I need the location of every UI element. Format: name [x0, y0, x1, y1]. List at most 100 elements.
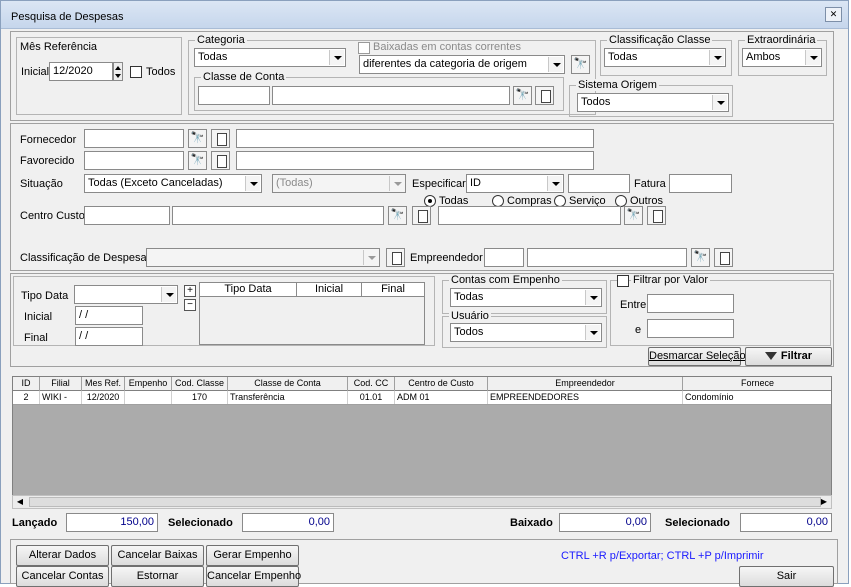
binoculars-search-icon[interactable]: 🔭: [571, 55, 590, 74]
spin-up-icon[interactable]: [115, 66, 121, 70]
fornecedor-name-input[interactable]: [236, 129, 594, 148]
column-header[interactable]: Cod. CC: [348, 377, 395, 391]
chevron-down-icon[interactable]: [585, 290, 600, 305]
column-header[interactable]: Classe de Conta: [228, 377, 348, 391]
column-header[interactable]: Mes Ref.: [82, 377, 125, 391]
valor-min-input[interactable]: [647, 294, 734, 313]
desmarcar-selecao-button[interactable]: Desmarcar Seleção: [648, 347, 746, 366]
mes-inicial-input[interactable]: 12/2020: [49, 62, 113, 81]
document-icon[interactable]: [211, 151, 230, 170]
empreendedor-name-input[interactable]: [527, 248, 687, 267]
alterar-dados-button[interactable]: Alterar Dados: [16, 545, 109, 566]
binoculars-search-icon[interactable]: 🔭: [188, 129, 207, 148]
col-inicial: Inicial: [297, 283, 362, 297]
cancelar-baixas-button[interactable]: Cancelar Baixas: [111, 545, 204, 566]
spin-down-icon[interactable]: [115, 74, 121, 78]
scroll-left-icon[interactable]: ◀: [13, 496, 27, 508]
situacao-secondary-select[interactable]: (Todas): [272, 174, 406, 193]
situacao-select[interactable]: Todas (Exceto Canceladas): [84, 174, 262, 193]
column-header[interactable]: Centro de Custo: [395, 377, 488, 391]
binoculars-search-icon[interactable]: 🔭: [388, 206, 407, 225]
gerar-empenho-button[interactable]: Gerar Empenho: [206, 545, 299, 566]
mes-spinner[interactable]: [113, 62, 123, 81]
extraordinaria-select[interactable]: Ambos: [742, 48, 822, 67]
fornecedor-code-input[interactable]: [84, 129, 184, 148]
column-header[interactable]: Cod. Classe: [172, 377, 228, 391]
table-row[interactable]: 2 WIKI -12/2020 170 Transferência 01.01 ADM 0…: [13, 391, 831, 405]
chevron-down-icon[interactable]: [389, 176, 404, 191]
especificar-label: Especificar: [412, 178, 466, 190]
valor-max-input[interactable]: [647, 319, 734, 338]
sistema-origem-value: Todos: [581, 96, 611, 108]
column-header[interactable]: Filial: [40, 377, 82, 391]
centro-custo-label: Centro Custo: [20, 210, 85, 222]
close-icon[interactable]: ✕: [825, 7, 842, 22]
document-icon[interactable]: [412, 206, 431, 225]
especificar-value: ID: [470, 177, 481, 189]
classe-conta-code-input[interactable]: [198, 86, 270, 105]
binoculars-search-icon[interactable]: 🔭: [188, 151, 207, 170]
favorecido-name-input[interactable]: [236, 151, 594, 170]
binoculars-search-icon[interactable]: 🔭: [691, 248, 710, 267]
extraordinaria-group: Extraordinária Ambos: [738, 34, 827, 76]
remove-date-button[interactable]: −: [184, 299, 196, 311]
usuario-group: Usuário Todos: [442, 310, 607, 348]
table-cell: 2: [13, 391, 40, 404]
scroll-right-icon[interactable]: ▶: [817, 496, 831, 508]
fatura-input[interactable]: [669, 174, 732, 193]
datas-table[interactable]: Tipo Data Inicial Final: [199, 282, 425, 345]
col-final: Final: [381, 283, 405, 295]
chevron-down-icon[interactable]: [245, 176, 260, 191]
classificacao-classe-select[interactable]: Todas: [604, 48, 726, 67]
centro-custo-code-input[interactable]: [84, 206, 170, 225]
categoria-select[interactable]: Todas: [194, 48, 346, 67]
baixadas-checkbox[interactable]: [358, 42, 370, 54]
especificar-input[interactable]: [568, 174, 630, 193]
column-header[interactable]: Empenho: [125, 377, 172, 391]
chevron-down-icon[interactable]: [805, 50, 820, 65]
tipo-item-input[interactable]: [438, 206, 621, 225]
chevron-down-icon[interactable]: [548, 57, 563, 72]
chevron-down-icon[interactable]: [547, 176, 562, 191]
binoculars-search-icon[interactable]: 🔭: [624, 206, 643, 225]
sistema-origem-select[interactable]: Todos: [577, 93, 729, 112]
filtrar-valor-checkbox[interactable]: [617, 275, 629, 287]
results-grid[interactable]: ID Filial Mes Ref. Empenho Cod. Classe Classe…: [12, 376, 832, 509]
scroll-thumb[interactable]: [29, 497, 821, 507]
column-header[interactable]: Empreendedor: [488, 377, 683, 391]
baixadas-select[interactable]: diferentes da categoria de origem: [359, 55, 565, 74]
chevron-down-icon[interactable]: [161, 287, 176, 302]
horizontal-scrollbar[interactable]: ◀ ▶: [12, 495, 832, 509]
chevron-down-icon[interactable]: [585, 325, 600, 340]
data-final-input[interactable]: / /: [75, 327, 143, 346]
situacao-value: Todas (Exceto Canceladas): [88, 177, 223, 189]
chevron-down-icon[interactable]: [712, 95, 727, 110]
chevron-down-icon[interactable]: [363, 250, 378, 265]
add-date-button[interactable]: +: [184, 285, 196, 297]
lancado-label: Lançado: [12, 517, 58, 529]
binoculars-search-icon[interactable]: 🔭: [513, 86, 532, 105]
todos-checkbox[interactable]: [130, 66, 142, 78]
usuario-select[interactable]: Todos: [450, 323, 602, 342]
tipo-data-select[interactable]: [74, 285, 178, 304]
empreendedor-code-input[interactable]: [484, 248, 524, 267]
chevron-down-icon[interactable]: [329, 50, 344, 65]
column-header[interactable]: ID: [13, 377, 40, 391]
document-icon[interactable]: [714, 248, 733, 267]
classificacao-despesas-select[interactable]: [146, 248, 380, 267]
document-icon[interactable]: [386, 248, 405, 267]
classificacao-classe-value: Todas: [608, 51, 638, 63]
filtrar-button[interactable]: Filtrar: [745, 347, 832, 366]
filter-middle-panel: Fornecedor 🔭 Favorecido 🔭 Situação Todas…: [10, 123, 834, 271]
document-icon[interactable]: [647, 206, 666, 225]
document-icon[interactable]: [535, 86, 554, 105]
column-header[interactable]: Fornece: [683, 377, 831, 391]
especificar-select[interactable]: ID: [466, 174, 564, 193]
centro-custo-name-input[interactable]: [172, 206, 384, 225]
classe-conta-name-input[interactable]: [272, 86, 510, 105]
document-icon[interactable]: [211, 129, 230, 148]
chevron-down-icon[interactable]: [709, 50, 724, 65]
contas-empenho-select[interactable]: Todas: [450, 288, 602, 307]
data-inicial-input[interactable]: / /: [75, 306, 143, 325]
favorecido-code-input[interactable]: [84, 151, 184, 170]
